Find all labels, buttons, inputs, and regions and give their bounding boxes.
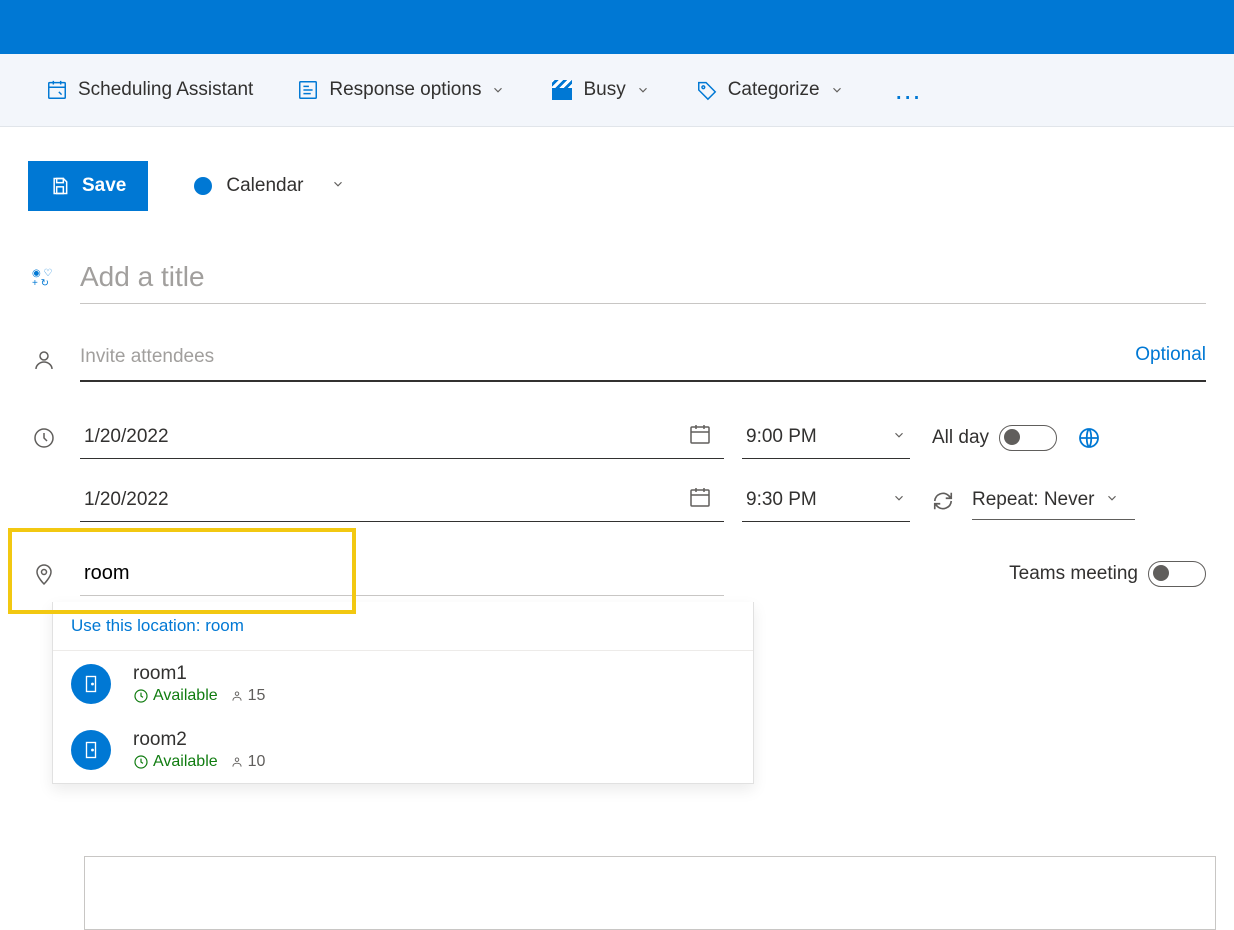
teams-meeting-toggle[interactable] [1148,561,1206,587]
busy-icon [551,79,573,101]
optional-attendees-link[interactable]: Optional [1135,344,1206,366]
calendar-picker-icon[interactable] [688,485,712,514]
categorize-button[interactable]: Categorize [696,79,846,101]
emoji-icon[interactable]: ◉ ♡+ ↻ [32,269,80,289]
use-location-value: room [205,616,244,635]
busy-status-button[interactable]: Busy [551,79,651,101]
description-textarea[interactable] [84,856,1216,930]
end-time-value: 9:30 PM [746,489,817,511]
clock-icon [32,426,80,450]
tag-icon [696,79,718,101]
calendar-picker-icon[interactable] [688,422,712,451]
end-time-select[interactable]: 9:30 PM [742,479,910,522]
chevron-down-icon [892,426,906,448]
command-toolbar: Scheduling Assistant Response options Bu… [0,54,1234,127]
scheduling-assistant-icon [46,79,68,101]
room-suggestion-item[interactable]: room2 Available 10 [53,717,753,783]
person-icon [32,348,80,372]
calendar-selector[interactable]: Calendar [194,175,345,197]
room-icon [71,730,111,770]
busy-label: Busy [583,79,625,101]
save-button[interactable]: Save [28,161,148,211]
response-options-label: Response options [329,79,481,101]
title-input[interactable] [80,253,1206,304]
tutorial-highlight-box [8,528,356,614]
more-options-button[interactable]: … [894,89,926,92]
app-header-bar [0,0,1234,54]
start-date-input[interactable] [80,416,724,459]
room-icon [71,664,111,704]
attendees-input[interactable] [80,338,1206,382]
room-suggestion-item[interactable]: room1 Available 15 [53,651,753,717]
room-name: room2 [133,729,265,751]
start-time-value: 9:00 PM [746,426,817,448]
room-name: room1 [133,663,265,685]
response-options-button[interactable]: Response options [297,79,507,101]
response-options-icon [297,79,319,101]
scheduling-assistant-label: Scheduling Assistant [78,79,253,101]
room-capacity: 10 [230,753,266,771]
room-capacity: 15 [230,687,266,705]
calendar-selector-label: Calendar [226,175,303,197]
save-label: Save [82,175,126,197]
end-date-input[interactable] [80,479,724,522]
repeat-value: Never [1044,489,1095,511]
all-day-toggle[interactable] [999,425,1057,451]
repeat-prefix: Repeat: [972,489,1039,511]
start-time-select[interactable]: 9:00 PM [742,416,910,459]
teams-meeting-label: Teams meeting [1009,563,1138,585]
chevron-down-icon [331,175,345,197]
timezone-icon[interactable] [1077,426,1101,450]
chevron-down-icon [1105,489,1135,511]
repeat-select[interactable]: Repeat: Never [972,481,1135,520]
chevron-down-icon [892,489,906,511]
room-availability: Available [133,687,218,705]
location-suggestions-dropdown: Use this location: room room1 Available … [52,602,754,784]
chevron-down-icon [828,81,846,99]
recurrence-icon [932,490,954,512]
save-icon [50,176,70,196]
use-location-prefix: Use this location: [71,616,205,635]
categorize-label: Categorize [728,79,820,101]
room-availability: Available [133,753,218,771]
calendar-color-dot [194,177,212,195]
all-day-label: All day [932,427,989,449]
all-day-toggle-group: All day [932,425,1057,451]
chevron-down-icon [489,81,507,99]
scheduling-assistant-button[interactable]: Scheduling Assistant [46,79,253,101]
chevron-down-icon [634,81,652,99]
